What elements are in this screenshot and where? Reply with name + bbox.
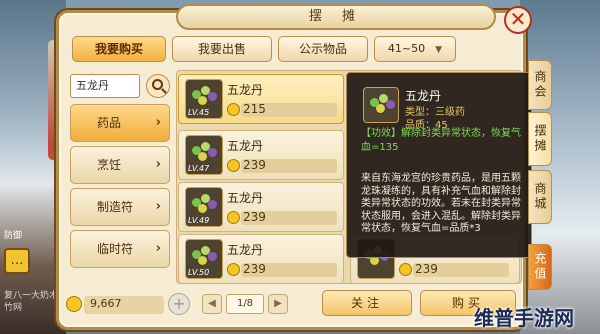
coin-icon xyxy=(227,159,240,172)
prev-page-button[interactable]: ◀ xyxy=(202,294,222,314)
next-page-button[interactable]: ▶ xyxy=(268,294,288,314)
side-tab-recharge[interactable]: 充值 xyxy=(528,244,552,290)
tab-public-items[interactable]: 公示物品 xyxy=(278,36,368,62)
chat-icon[interactable]: … xyxy=(4,248,30,274)
tab-sell[interactable]: 我要出售 xyxy=(172,36,272,62)
window-title: 摆 摊 xyxy=(176,4,496,30)
close-icon[interactable]: ✕ xyxy=(504,6,532,34)
pill-icon: LV.49 xyxy=(185,187,223,227)
coin-icon xyxy=(399,263,412,276)
category-label: 药品 xyxy=(97,116,122,130)
chevron-right-icon: › xyxy=(155,115,161,130)
add-money-button[interactable]: + xyxy=(168,293,190,315)
item-level: LV.47 xyxy=(188,164,210,173)
list-item[interactable]: LV.47 五龙丹 239 xyxy=(178,130,344,180)
category-temp-talisman[interactable]: 临时符 › xyxy=(70,230,170,268)
list-item[interactable]: LV.45 五龙丹 215 xyxy=(178,74,344,124)
search-input[interactable]: 五龙丹 xyxy=(70,74,140,98)
side-tab-mall[interactable]: 商城 xyxy=(528,170,552,224)
follow-button[interactable]: 关注 xyxy=(322,290,412,316)
page-indicator: 1/8 xyxy=(226,294,264,314)
tooltip-description: 来自东海龙宫的珍贵药品，是用五颗龙珠凝练的，具有补充气血和解除封类异常状态的功效… xyxy=(361,173,521,234)
chat-side-text: 复八一大奶木竹网 xyxy=(4,291,59,313)
item-level: LV.45 xyxy=(188,108,210,117)
category-medicine[interactable]: 药品 › xyxy=(70,104,170,142)
coin-icon xyxy=(227,263,240,276)
item-level: LV.49 xyxy=(188,216,210,225)
category-label: 烹饪 xyxy=(97,158,122,172)
item-price: 239 xyxy=(243,210,266,224)
list-item[interactable]: LV.49 五龙丹 239 xyxy=(178,182,344,232)
coin-icon xyxy=(227,211,240,224)
coin-icon xyxy=(227,103,240,116)
chevron-right-icon: › xyxy=(155,241,161,256)
item-price: 239 xyxy=(243,262,266,276)
search-icon-handle xyxy=(161,88,167,94)
level-filter-value: 41~50 xyxy=(387,42,426,55)
item-tooltip: 五龙丹 类型：三级药 品质：45 【功效】解除封类异常状态，恢复气血=135 来… xyxy=(346,72,532,258)
pill-icon: LV.45 xyxy=(185,79,223,119)
watermark: 维普手游网 xyxy=(474,306,574,330)
chevron-down-icon: ▼ xyxy=(435,45,443,55)
item-name: 五龙丹 xyxy=(227,243,264,257)
pill-icon: LV.47 xyxy=(185,135,223,175)
status-label: 防御 xyxy=(4,231,23,241)
category-label: 临时符 xyxy=(97,242,134,256)
item-price: 239 xyxy=(415,262,438,276)
item-level: LV.50 xyxy=(188,268,210,277)
side-tab-stall[interactable]: 摆摊 xyxy=(528,112,552,166)
list-item[interactable]: LV.50 五龙丹 239 xyxy=(178,234,344,284)
item-name: 五龙丹 xyxy=(227,139,264,153)
coin-icon xyxy=(66,296,82,312)
level-filter-select[interactable]: 41~50 ▼ xyxy=(374,36,456,62)
category-cooking[interactable]: 烹饪 › xyxy=(70,146,170,184)
tooltip-effect: 【功效】解除封类异常状态，恢复气血=135 xyxy=(361,128,521,153)
tab-buy[interactable]: 我要购买 xyxy=(72,36,166,62)
search-icon[interactable] xyxy=(146,74,170,98)
chevron-right-icon: › xyxy=(155,157,161,172)
category-crafting-talisman[interactable]: 制造符 › xyxy=(70,188,170,226)
pill-icon xyxy=(363,87,399,123)
item-name: 五龙丹 xyxy=(227,191,264,205)
item-name: 五龙丹 xyxy=(227,83,264,97)
pill-icon: LV.50 xyxy=(185,239,223,279)
category-label: 制造符 xyxy=(97,200,134,214)
tooltip-item-name: 五龙丹 xyxy=(405,89,442,103)
item-price: 215 xyxy=(243,102,266,116)
chevron-right-icon: › xyxy=(155,199,161,214)
item-price: 239 xyxy=(243,158,266,172)
money-amount: 9,667 xyxy=(90,297,122,310)
side-tab-chamber[interactable]: 商会 xyxy=(528,60,552,110)
